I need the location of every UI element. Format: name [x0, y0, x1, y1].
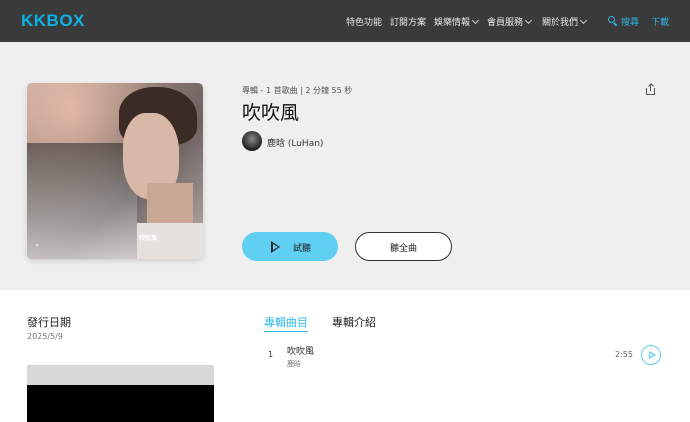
listen-full-button[interactable]: 聽全曲: [355, 232, 452, 261]
nav-news-label: 娛樂情報: [434, 18, 471, 28]
nav-member[interactable]: 會員服務: [487, 15, 533, 28]
nav-plans[interactable]: 訂閱方案: [390, 15, 426, 28]
nav-about[interactable]: 關於我們: [542, 15, 588, 28]
nav-member-label: 會員服務: [487, 18, 524, 28]
top-nav-bar: KKBOX 特色功能 訂閱方案 娛樂情報 會員服務 關於我們 搜尋 下載: [0, 0, 690, 42]
kkbox-logo[interactable]: KKBOX: [21, 11, 85, 31]
tab-album-intro[interactable]: 專輯介紹: [332, 314, 376, 330]
chevron-down-icon: [471, 16, 480, 25]
cover-text: 吹吹風: [139, 235, 158, 242]
track-play-button[interactable]: [641, 345, 661, 365]
track-number: 1: [268, 350, 274, 359]
album-title: 吹吹風: [242, 102, 300, 124]
track-artist[interactable]: 鹿晗: [287, 359, 301, 369]
nav-about-label: 關於我們: [542, 18, 579, 28]
nav-search[interactable]: 搜尋: [621, 15, 639, 28]
search-icon[interactable]: [608, 16, 618, 27]
album-meta: 專輯 - 1 首歌曲 | 2 分鐘 55 秒: [242, 86, 353, 95]
nav-download[interactable]: 下載: [651, 15, 669, 28]
release-date-label: 發行日期: [27, 316, 71, 329]
track-duration: 2:55: [615, 350, 633, 359]
album-cover: ✶ 吹吹風: [27, 83, 203, 259]
share-icon[interactable]: [646, 83, 655, 95]
tab-album-tracks[interactable]: 專輯曲目: [264, 314, 308, 332]
artist-avatar[interactable]: [242, 131, 262, 151]
listen-full-button-label: 聽全曲: [389, 243, 417, 253]
release-date-value: 2025/5/9: [27, 332, 63, 341]
preview-button-label: 試聽: [293, 243, 312, 253]
chevron-down-icon: [579, 16, 588, 25]
cover-label-logo: ✶: [35, 243, 40, 249]
nav-news[interactable]: 娛樂情報: [434, 15, 480, 28]
preview-button[interactable]: 試聽: [242, 232, 338, 261]
chevron-down-icon: [524, 16, 533, 25]
nav-features[interactable]: 特色功能: [346, 15, 382, 28]
promo-image: [27, 365, 214, 422]
artist-name[interactable]: 鹿晗 (LuHan): [267, 136, 323, 149]
track-title[interactable]: 吹吹風: [287, 344, 314, 357]
